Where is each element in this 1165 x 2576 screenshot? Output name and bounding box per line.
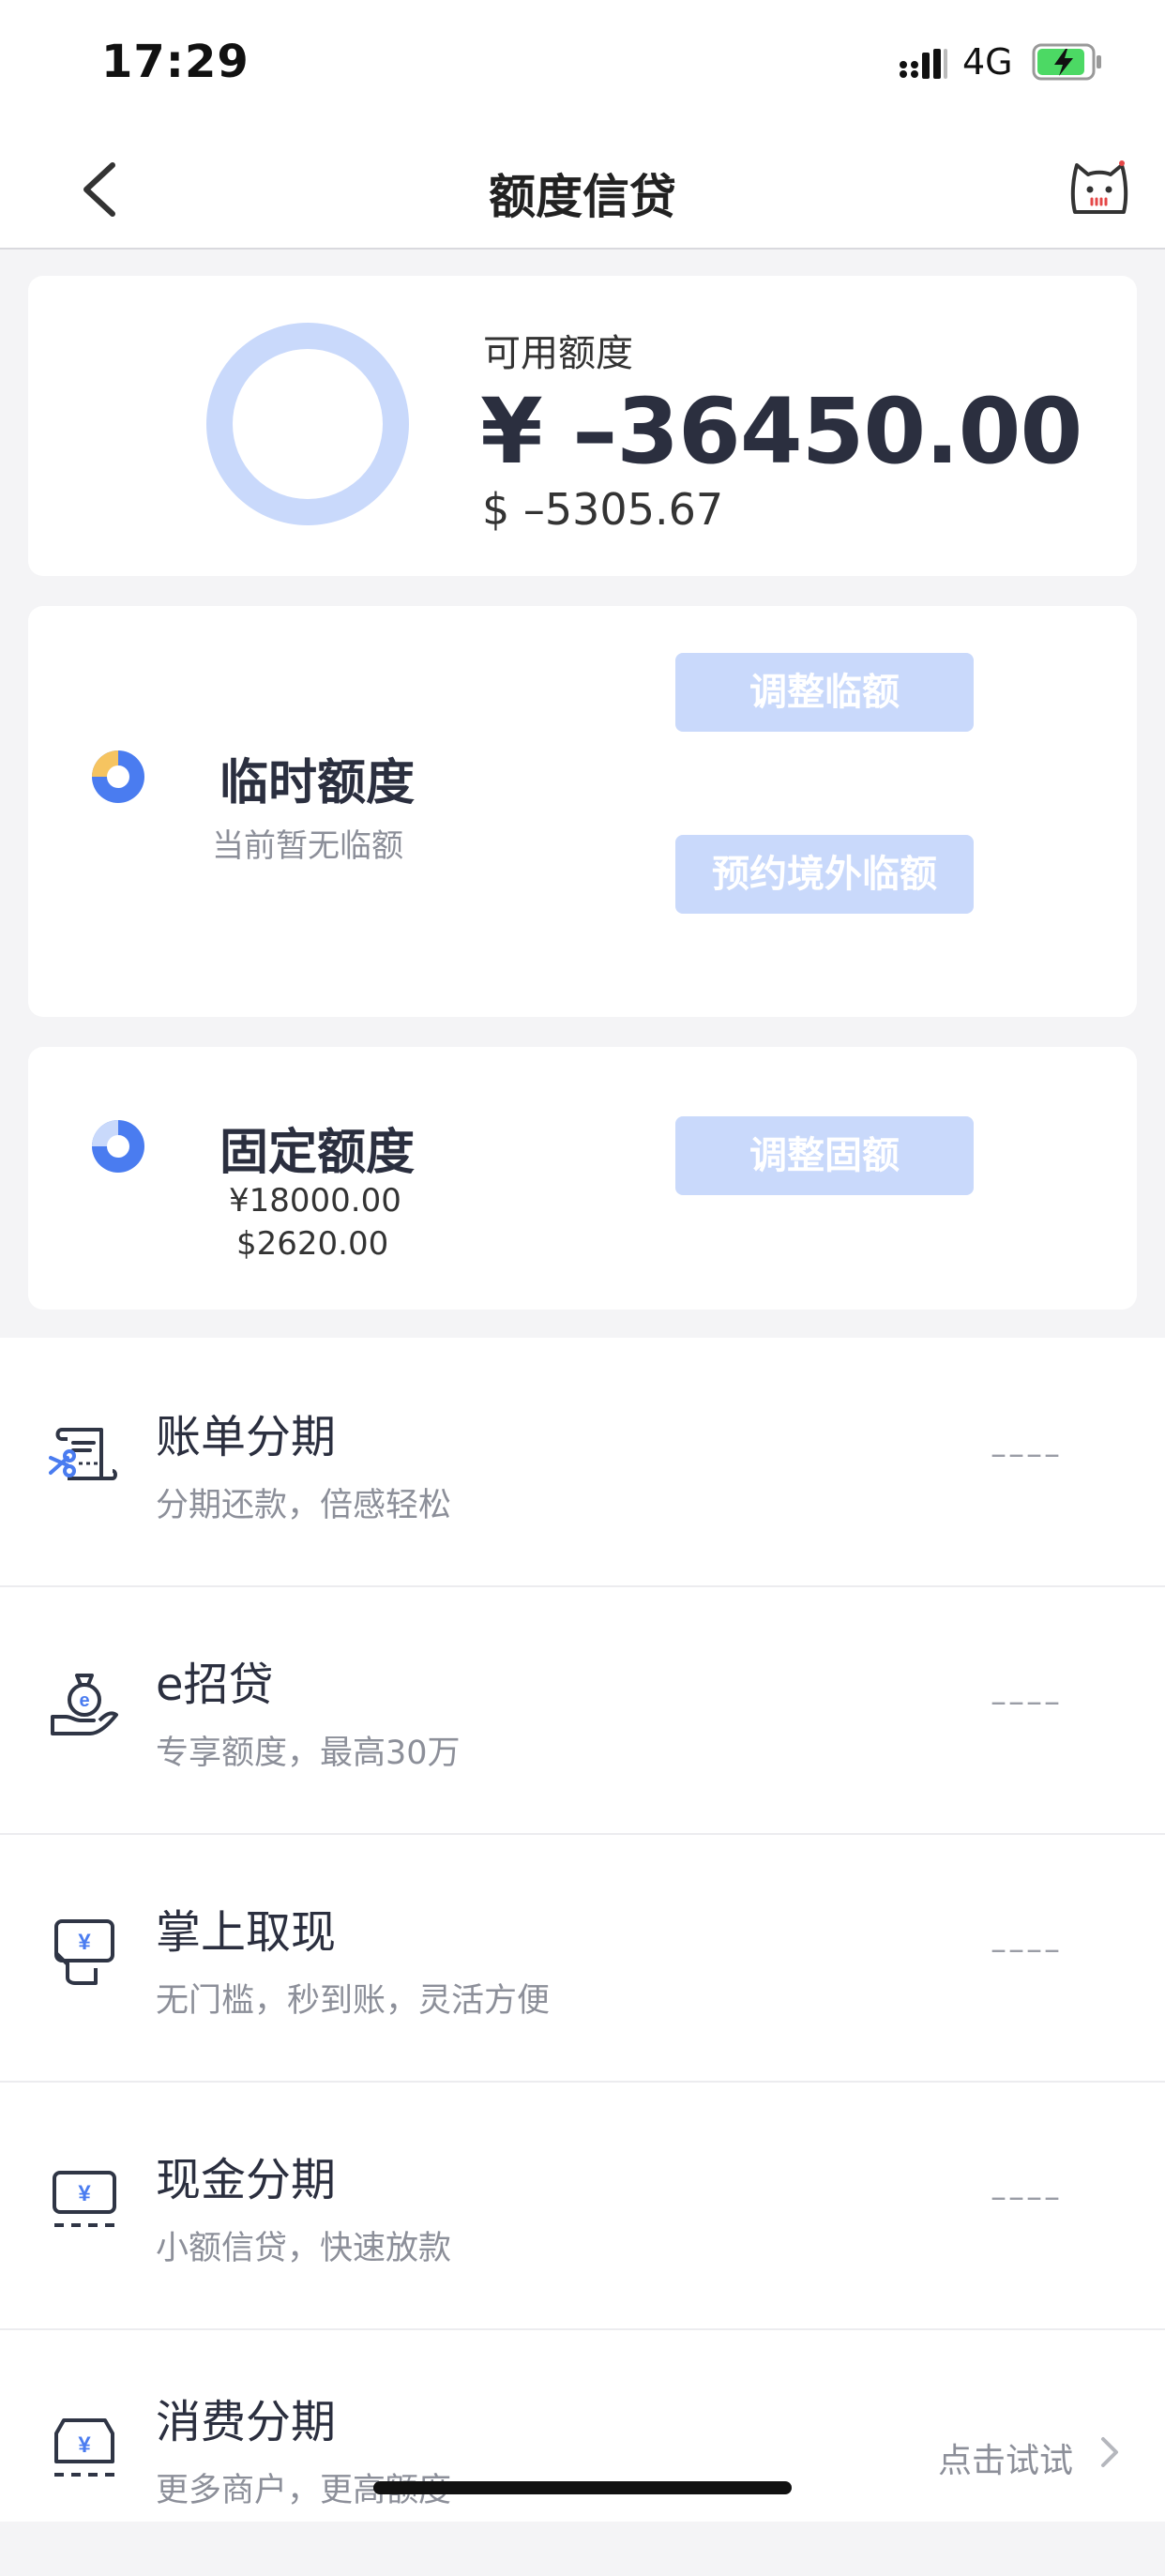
bill-installment-icon xyxy=(49,1428,117,1480)
credit-service-list: 账单分期 分期还款，倍感轻松 –––– e e招贷 专享额度，最高30万 –––… xyxy=(0,1338,1165,2522)
credit-ring-chart xyxy=(206,323,409,525)
svg-text:¥: ¥ xyxy=(78,2432,91,2458)
temporary-credit-title: 临时额度 xyxy=(219,755,416,811)
svg-text:¥: ¥ xyxy=(78,1930,91,1955)
available-credit-label: 可用额度 xyxy=(483,332,633,375)
list-item-desc: 无门槛，秒到账，灵活方便 xyxy=(156,1982,551,2020)
svg-text:¥: ¥ xyxy=(78,2181,91,2206)
fixed-credit-usd: $2620.00 xyxy=(236,1225,389,1263)
fixed-credit-pie-icon xyxy=(92,1120,144,1173)
temporary-credit-subtitle: 当前暂无临额 xyxy=(212,827,403,865)
money-bag-icon: e xyxy=(51,1674,118,1735)
list-item-desc: 分期还款，倍感轻松 xyxy=(156,1487,452,1524)
list-item-status: –––– xyxy=(991,1683,1062,1720)
battery-icon xyxy=(1032,43,1101,81)
status-bar: 17:29 4G xyxy=(0,0,1165,131)
consume-installment-icon: ¥ xyxy=(54,2418,114,2477)
fixed-credit-title: 固定额度 xyxy=(219,1125,416,1181)
chevron-right-icon[interactable] xyxy=(1097,2433,1122,2471)
try-it-link[interactable]: 点击试试 xyxy=(938,2433,1073,2482)
cash-withdraw-icon: ¥ xyxy=(54,1919,114,1985)
temporary-credit-card: 临时额度 当前暂无临额 调整临额 预约境外临额 xyxy=(28,606,1137,1017)
mascot-icon[interactable] xyxy=(1069,158,1129,218)
available-credit-usd: $ –5305.67 xyxy=(482,484,724,535)
list-item-desc: 专享额度，最高30万 xyxy=(156,1735,461,1772)
list-item-cash-installment[interactable]: ¥ 现金分期 小额信贷，快速放款 –––– xyxy=(0,2081,1165,2330)
list-item-title: 掌上取现 xyxy=(156,1906,337,1959)
adjust-temporary-credit-button[interactable]: 调整临额 xyxy=(675,653,974,732)
list-item-title: 现金分期 xyxy=(156,2154,337,2206)
list-item-title: 消费分期 xyxy=(156,2396,337,2448)
list-item-e-loan[interactable]: e e招贷 专享额度，最高30万 –––– xyxy=(0,1585,1165,1835)
svg-text:e: e xyxy=(79,1690,89,1711)
nav-bar: 额度信贷 xyxy=(0,131,1165,250)
list-item-consumer-installment[interactable]: ¥ 消费分期 更多商户，更高额度 点击试试 xyxy=(0,2328,1165,2576)
fixed-credit-cny: ¥18000.00 xyxy=(229,1182,401,1220)
signal-icon xyxy=(900,49,947,79)
list-item-status: –––– xyxy=(991,1931,1062,1968)
temporary-credit-pie-icon xyxy=(92,750,144,803)
home-indicator[interactable] xyxy=(373,2481,792,2494)
available-credit-cny: ¥ –36450.00 xyxy=(480,379,1082,484)
list-item-status: –––– xyxy=(991,2178,1062,2216)
fixed-credit-card: 固定额度 ¥18000.00 $2620.00 调整固额 xyxy=(28,1047,1137,1310)
list-item-title: e招贷 xyxy=(156,1659,274,1711)
adjust-fixed-credit-button[interactable]: 调整固额 xyxy=(675,1116,974,1195)
status-time: 17:29 xyxy=(101,36,250,88)
list-item-desc: 小额信贷，快速放款 xyxy=(156,2230,452,2267)
page-title: 额度信贷 xyxy=(489,170,676,224)
list-item-status: –––– xyxy=(991,1435,1062,1473)
list-item-bill-installment[interactable]: 账单分期 分期还款，倍感轻松 –––– xyxy=(0,1338,1165,1587)
available-credit-card: 可用额度 ¥ –36450.00 $ –5305.67 xyxy=(28,276,1137,576)
reserve-overseas-credit-button[interactable]: 预约境外临额 xyxy=(675,835,974,914)
network-label: 4G xyxy=(962,41,1013,83)
list-item-title: 账单分期 xyxy=(156,1411,337,1463)
cash-installment-icon: ¥ xyxy=(53,2171,116,2227)
list-item-mobile-cash[interactable]: ¥ 掌上取现 无门槛，秒到账，灵活方便 –––– xyxy=(0,1833,1165,2083)
